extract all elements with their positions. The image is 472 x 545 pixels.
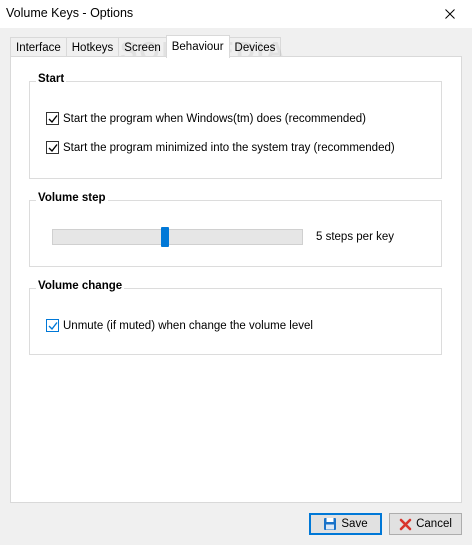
start-minimized-label: Start the program minimized into the sys… [63,141,395,154]
slider-thumb[interactable] [161,227,169,247]
start-minimized-checkbox[interactable] [46,141,59,154]
floppy-disk-icon [323,517,337,531]
volume-change-group: Volume change Unmute (if muted) when cha… [29,280,442,355]
volume-step-value: 5 steps per key [316,231,394,243]
start-group: Start Start the program when Windows(tm)… [29,73,442,179]
cancel-button-label: Cancel [416,518,452,530]
checkmark-icon [48,143,58,152]
title-bar: Volume Keys - Options [0,0,472,28]
window-title: Volume Keys - Options [6,6,134,20]
unmute-label: Unmute (if muted) when change the volume… [63,319,313,332]
checkmark-icon [48,114,58,123]
save-button[interactable]: Save [309,513,382,535]
volume-step-slider[interactable] [52,227,303,247]
save-button-label: Save [341,518,368,530]
unmute-checkbox[interactable] [46,319,59,332]
volume-step-title: Volume step [36,192,108,204]
start-minimized-option[interactable]: Start the program minimized into the sys… [46,141,395,154]
start-with-windows-checkbox[interactable] [46,112,59,125]
cancel-button[interactable]: Cancel [389,513,462,535]
checkmark-icon [48,321,58,330]
tab-hotkeys[interactable]: Hotkeys [65,37,120,57]
start-group-title: Start [36,73,67,85]
start-with-windows-label: Start the program when Windows(tm) does … [63,112,366,125]
behaviour-panel: Start Start the program when Windows(tm)… [10,56,462,503]
tab-devices[interactable]: Devices [228,37,282,57]
start-with-windows-option[interactable]: Start the program when Windows(tm) does … [46,112,366,125]
unmute-option[interactable]: Unmute (if muted) when change the volume… [46,319,313,332]
red-x-icon [399,518,412,531]
tab-behaviour[interactable]: Behaviour [165,35,230,58]
close-icon [445,9,455,19]
volume-change-title: Volume change [36,280,125,292]
tab-strip: Interface Hotkeys Screen Behaviour Devic… [10,35,282,58]
close-button[interactable] [428,0,472,28]
tab-interface[interactable]: Interface [10,37,67,57]
volume-step-group: Volume step 5 steps per key [29,192,442,267]
tab-screen[interactable]: Screen [118,37,167,57]
